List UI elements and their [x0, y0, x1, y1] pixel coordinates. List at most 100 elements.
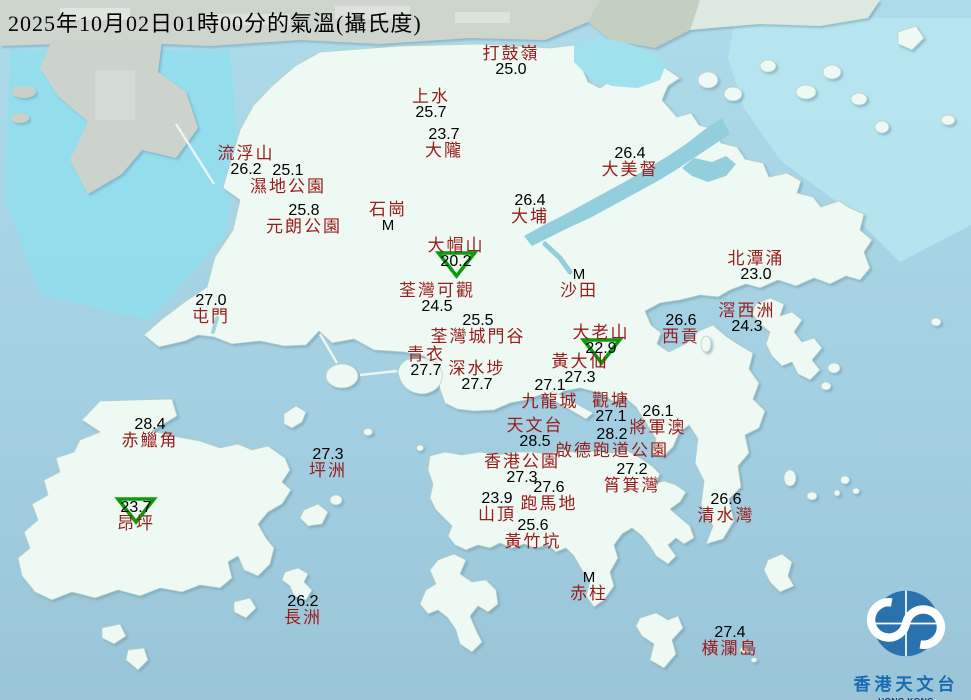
weather-station: 28.4赤鱲角 — [122, 417, 179, 449]
weather-station: 25.8元朗公園 — [266, 203, 342, 235]
hko-logo: 香港天文台 HONG KONG OBSERVATORY — [848, 584, 964, 700]
weather-station: 26.4大埔 — [511, 193, 549, 225]
station-name: 荃灣城門谷 — [431, 328, 526, 345]
weather-station: 23.7大隴 — [425, 127, 463, 159]
station-temperature: 28.4 — [122, 417, 179, 432]
weather-station: 28.2啟德跑道公園 — [555, 427, 669, 459]
station-name: 赤柱 — [570, 585, 608, 602]
station-temperature: 25.8 — [266, 203, 342, 218]
weather-station: 23.7昂坪 — [117, 500, 155, 532]
weather-station: 25.6黃竹坑 — [505, 518, 562, 550]
weather-station: 27.6跑馬地 — [521, 480, 578, 512]
weather-station: 觀塘27.1 — [592, 392, 630, 424]
station-temperature: 27.4 — [702, 625, 759, 640]
station-temperature: 26.1 — [630, 404, 687, 419]
weather-station: M沙田 — [560, 267, 598, 299]
station-name: 打鼓嶺 — [483, 45, 540, 62]
station-missing-data: M — [369, 218, 407, 233]
station-name: 啟德跑道公園 — [555, 442, 669, 459]
station-temperature: 26.6 — [698, 492, 755, 507]
weather-station: 27.4橫瀾島 — [702, 625, 759, 657]
station-temperature: 26.4 — [602, 146, 659, 161]
station-name: 大老山 — [573, 324, 630, 341]
weather-station: 26.4大美督 — [602, 146, 659, 178]
station-name: 屯門 — [192, 308, 230, 325]
hko-logo-chinese: 香港天文台 — [848, 670, 964, 695]
station-name: 大美督 — [602, 161, 659, 178]
station-temperature: 20.2 — [428, 254, 485, 269]
station-missing-data: M — [560, 267, 598, 282]
hko-logo-icon — [864, 584, 948, 668]
station-name: 沙田 — [560, 282, 598, 299]
station-name: 流浮山 — [218, 145, 275, 162]
station-temperature: 27.1 — [522, 378, 579, 393]
station-name: 坪洲 — [309, 462, 347, 479]
station-name: 荃灣可觀 — [399, 282, 475, 299]
station-temperature: 27.2 — [604, 462, 661, 477]
weather-station: 北潭涌23.0 — [728, 250, 785, 282]
weather-station: 滘西洲24.3 — [719, 302, 776, 334]
weather-station: 27.1九龍城 — [522, 378, 579, 410]
weather-map-canvas: 打鼓嶺25.0上水25.723.7大隴26.4大美督流浮山26.225.1濕地公… — [0, 0, 971, 700]
station-temperature: 27.6 — [521, 480, 578, 495]
station-temperature: 25.1 — [250, 163, 326, 178]
station-name: 黃大仙 — [552, 353, 609, 370]
station-temperature: 27.1 — [592, 409, 630, 424]
weather-station: 26.2長洲 — [284, 594, 322, 626]
weather-station: 深水埗27.7 — [449, 360, 506, 392]
station-temperature: 23.0 — [728, 267, 785, 282]
weather-station: 26.6清水灣 — [698, 492, 755, 524]
station-name: 赤鱲角 — [122, 432, 179, 449]
station-temperature: 23.9 — [478, 491, 516, 506]
station-missing-data: M — [570, 570, 608, 585]
station-temperature: 27.0 — [192, 293, 230, 308]
weather-station: 26.6西貢 — [662, 313, 700, 345]
station-temperature: 25.6 — [505, 518, 562, 533]
stations-layer: 打鼓嶺25.0上水25.723.7大隴26.4大美督流浮山26.225.1濕地公… — [0, 0, 971, 700]
station-name: 上水 — [412, 88, 450, 105]
station-temperature: 26.2 — [284, 594, 322, 609]
station-name: 滘西洲 — [719, 302, 776, 319]
station-name: 觀塘 — [592, 392, 630, 409]
station-temperature: 24.3 — [719, 319, 776, 334]
station-name: 九龍城 — [522, 393, 579, 410]
station-name: 跑馬地 — [521, 495, 578, 512]
station-temperature: 25.0 — [483, 62, 540, 77]
station-name: 深水埗 — [449, 360, 506, 377]
weather-station: 27.2筲箕灣 — [604, 462, 661, 494]
weather-station: 上水25.7 — [412, 88, 450, 120]
station-name: 西貢 — [662, 328, 700, 345]
station-temperature: 27.3 — [309, 447, 347, 462]
station-temperature: 23.7 — [425, 127, 463, 142]
weather-station: 27.0屯門 — [192, 293, 230, 325]
station-temperature: 26.4 — [511, 193, 549, 208]
station-name: 北潭涌 — [728, 250, 785, 267]
station-temperature: 25.7 — [412, 105, 450, 120]
station-temperature: 28.2 — [555, 427, 669, 442]
station-temperature: 25.5 — [431, 313, 526, 328]
station-name: 黃竹坑 — [505, 533, 562, 550]
weather-station: M赤柱 — [570, 570, 608, 602]
hko-logo-english: HONG KONG OBSERVATORY — [848, 696, 964, 700]
station-name: 大埔 — [511, 208, 549, 225]
station-name: 濕地公園 — [250, 178, 326, 195]
weather-station: 27.3坪洲 — [309, 447, 347, 479]
station-name: 香港公園 — [484, 453, 560, 470]
weather-station: 荃灣可觀24.5 — [399, 282, 475, 314]
weather-station: 25.5荃灣城門谷 — [431, 313, 526, 345]
station-name: 大隴 — [425, 142, 463, 159]
station-name: 元朗公園 — [266, 218, 342, 235]
weather-station: 25.1濕地公園 — [250, 163, 326, 195]
station-name: 清水灣 — [698, 507, 755, 524]
station-name: 昂坪 — [117, 515, 155, 532]
station-temperature: 27.7 — [407, 363, 445, 378]
station-name: 長洲 — [284, 609, 322, 626]
station-name: 筲箕灣 — [604, 477, 661, 494]
map-title: 2025年10月02日01時00分的氣溫(攝氏度) — [8, 6, 422, 38]
weather-station: 打鼓嶺25.0 — [483, 45, 540, 77]
station-temperature: 26.6 — [662, 313, 700, 328]
station-temperature: 27.7 — [449, 377, 506, 392]
weather-station: 青衣27.7 — [407, 346, 445, 378]
station-name: 青衣 — [407, 346, 445, 363]
station-name: 橫瀾島 — [702, 640, 759, 657]
